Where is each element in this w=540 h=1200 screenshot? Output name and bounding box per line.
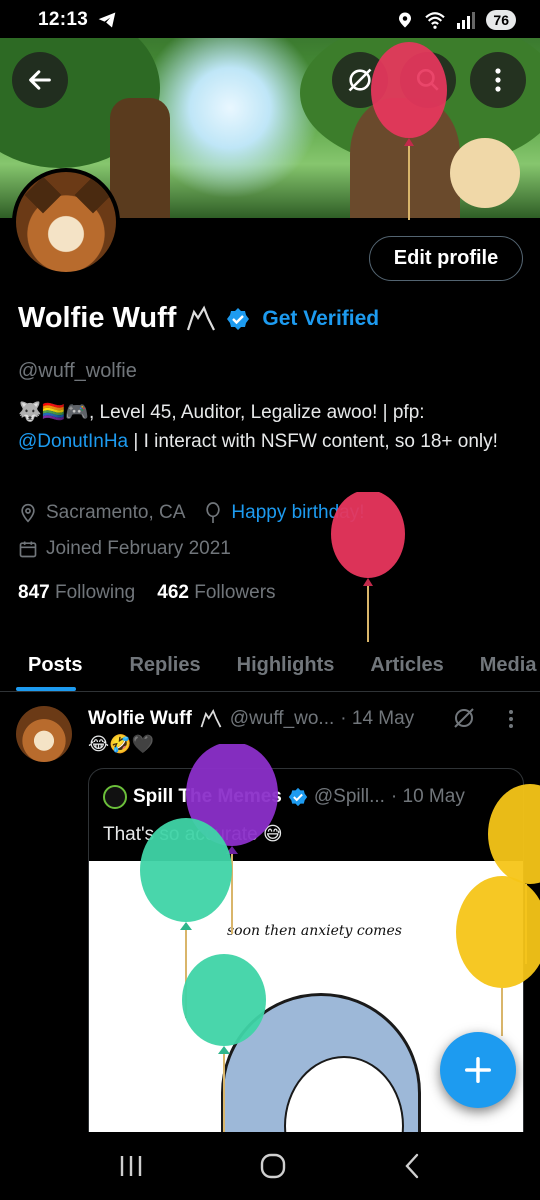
recent-apps-icon[interactable] xyxy=(118,1154,144,1178)
compose-post-button[interactable] xyxy=(440,1032,516,1108)
banner-trunk xyxy=(110,98,170,218)
balloon-teal-2 xyxy=(182,954,266,1132)
post-header: Wolfie Wuff @wuff_wo... · 14 May xyxy=(88,708,414,730)
profile-tabs: Posts Replies Highlights Articles Media xyxy=(0,640,540,692)
follow-stats: 847 Following 462 Followers xyxy=(18,582,276,604)
plus-icon xyxy=(465,1057,491,1083)
bio-emojis: 🐺🏳️‍🌈🎮 xyxy=(18,402,89,423)
quote-author-avatar xyxy=(103,785,127,809)
wolf-icon xyxy=(200,708,222,728)
telegram-icon xyxy=(98,12,116,28)
status-icons: 76 xyxy=(396,10,516,30)
arrow-left-icon xyxy=(29,70,51,90)
more-vertical-icon[interactable] xyxy=(508,709,514,729)
quote-author-handle: @Spill... xyxy=(313,786,385,807)
status-bar: 12:13 76 xyxy=(0,0,540,40)
home-icon[interactable] xyxy=(259,1152,287,1180)
tab-replies[interactable]: Replies xyxy=(92,640,218,691)
post-date: · 14 May xyxy=(340,708,415,729)
tab-highlights[interactable]: Highlights xyxy=(219,640,353,691)
followers-link[interactable]: 462 Followers xyxy=(157,582,275,604)
battery-indicator: 76 xyxy=(486,10,516,30)
balloon-pink-top xyxy=(371,42,447,220)
tab-posts[interactable]: Posts xyxy=(0,640,92,691)
system-nav-bar xyxy=(0,1132,540,1200)
following-link[interactable]: 847 Following xyxy=(18,582,135,604)
back-nav-icon[interactable] xyxy=(402,1152,422,1180)
profile-joined-row: Joined February 2021 xyxy=(18,538,231,560)
verified-badge-icon xyxy=(227,307,250,330)
post-author-handle: @wuff_wo... xyxy=(229,708,335,729)
followers-label: Followers xyxy=(194,582,276,603)
more-options-button[interactable] xyxy=(470,52,526,108)
bio-text-1: , Level 45, Auditor, Legalize awoo! | pf… xyxy=(88,402,425,423)
balloon-icon xyxy=(206,502,221,523)
back-button[interactable] xyxy=(12,52,68,108)
profile-bio: 🐺🏳️‍🌈🎮, Level 45, Auditor, Legalize awoo… xyxy=(18,398,518,456)
calendar-icon xyxy=(19,541,37,558)
bio-mention-link[interactable]: @DonutInHa xyxy=(18,431,128,452)
edit-profile-button[interactable]: Edit profile xyxy=(369,236,523,281)
grok-icon[interactable] xyxy=(452,706,476,730)
profile-location: Sacramento, CA xyxy=(46,502,186,523)
quote-date: · 10 May xyxy=(390,786,465,807)
balloon-pink-mid xyxy=(331,492,405,642)
quote-header: Spill The Memes @Spill... · 10 May xyxy=(103,785,465,809)
profile-name-row: Wolfie Wuff Get Verified xyxy=(18,302,379,335)
signal-icon xyxy=(457,12,476,29)
get-verified-link[interactable]: Get Verified xyxy=(262,307,379,331)
avatar-ear-left xyxy=(24,176,62,214)
location-icon xyxy=(21,503,35,523)
tab-articles[interactable]: Articles xyxy=(352,640,461,691)
more-vertical-icon xyxy=(495,68,501,92)
profile-handle: @wuff_wolfie xyxy=(18,360,137,382)
verified-badge-icon xyxy=(288,787,308,807)
location-pin-icon xyxy=(399,12,412,28)
joined-date: Joined February 2021 xyxy=(46,538,231,559)
balloon-yellow-2 xyxy=(456,876,540,1036)
wifi-icon xyxy=(425,12,446,29)
post-author-avatar[interactable] xyxy=(16,706,72,762)
profile-meta-row: Sacramento, CA Happy birthday! xyxy=(18,502,364,524)
wolf-icon xyxy=(187,305,216,330)
post-author-name[interactable]: Wolfie Wuff xyxy=(88,708,192,730)
following-count: 847 xyxy=(18,582,50,603)
following-label: Following xyxy=(54,582,136,603)
banner-small-character xyxy=(450,138,520,208)
profile-avatar[interactable] xyxy=(12,168,120,276)
display-name: Wolfie Wuff xyxy=(18,302,177,334)
bio-text-2: | I interact with NSFW content, so 18+ o… xyxy=(128,431,498,452)
post-text: 😂🤣🖤 xyxy=(88,734,154,754)
status-time: 12:13 xyxy=(38,9,89,30)
tab-media[interactable]: Media xyxy=(462,640,540,691)
followers-count: 462 xyxy=(157,582,189,603)
